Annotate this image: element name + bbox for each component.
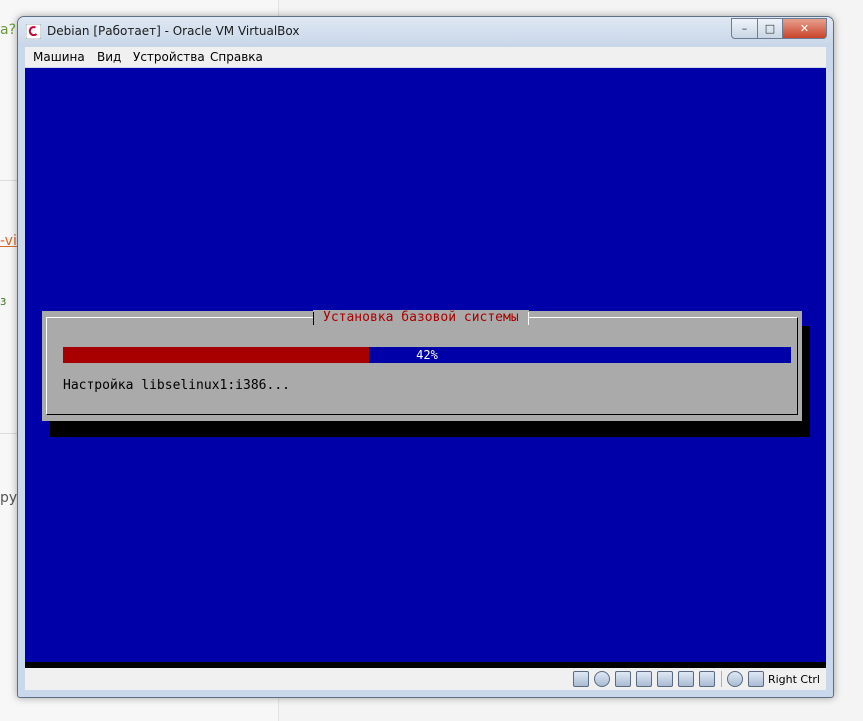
menu-machine[interactable]: Машина xyxy=(33,50,85,64)
close-button[interactable]: ✕ xyxy=(783,18,827,39)
progress-label: 42% xyxy=(416,348,438,362)
network-icon[interactable] xyxy=(635,671,652,687)
vm-display[interactable]: Установка базовой системы 42% Настройка … xyxy=(25,68,826,662)
maximize-icon: □ xyxy=(764,22,776,35)
debian-swirl-icon xyxy=(26,24,41,39)
installer-dialog: Установка базовой системы 42% Настройка … xyxy=(42,310,802,421)
dialog-title: Установка базовой системы xyxy=(313,310,529,325)
status-bar: Right Ctrl xyxy=(25,668,826,690)
background-divider xyxy=(0,180,18,181)
optical-disk-icon[interactable] xyxy=(593,671,610,687)
minimize-button[interactable]: – xyxy=(731,18,758,39)
status-separator xyxy=(720,671,722,687)
mouse-integration-icon[interactable] xyxy=(726,671,743,687)
menu-devices[interactable]: Устройства xyxy=(133,50,205,64)
menu-bar: Машина Вид Устройства Справка xyxy=(25,47,826,67)
window-title: Debian [Работает] - Oracle VM VirtualBox xyxy=(47,24,300,38)
status-text: Настройка libselinux1:i386... xyxy=(63,378,290,393)
background-text-fragment: а? xyxy=(0,22,17,38)
menu-view[interactable]: Вид xyxy=(97,50,121,64)
keyboard-capture-icon[interactable] xyxy=(747,671,764,687)
dialog-frame: Установка базовой системы 42% Настройка … xyxy=(46,310,798,415)
menu-help[interactable]: Справка xyxy=(210,50,263,64)
shared-folders-icon[interactable] xyxy=(656,671,673,687)
background-divider xyxy=(0,433,18,434)
usb-icon[interactable] xyxy=(614,671,631,687)
display-icon[interactable] xyxy=(698,671,715,687)
close-icon: ✕ xyxy=(799,22,810,35)
progress-bar: 42% xyxy=(63,347,791,363)
maximize-button[interactable]: □ xyxy=(758,18,783,39)
host-key-label[interactable]: Right Ctrl xyxy=(768,673,820,686)
background-text-fragment: ру xyxy=(0,490,18,506)
minimize-icon: – xyxy=(741,22,748,35)
background-text-fragment: з xyxy=(0,294,7,308)
background-link-fragment[interactable]: -vi xyxy=(0,233,17,249)
hard-disk-icon[interactable] xyxy=(572,671,589,687)
window-titlebar[interactable]: Debian [Работает] - Oracle VM VirtualBox… xyxy=(18,17,833,47)
status-icons: Right Ctrl xyxy=(568,671,820,687)
virtualbox-window: Debian [Работает] - Oracle VM VirtualBox… xyxy=(17,16,834,698)
video-capture-icon[interactable] xyxy=(677,671,694,687)
window-controls: – □ ✕ xyxy=(731,18,827,39)
